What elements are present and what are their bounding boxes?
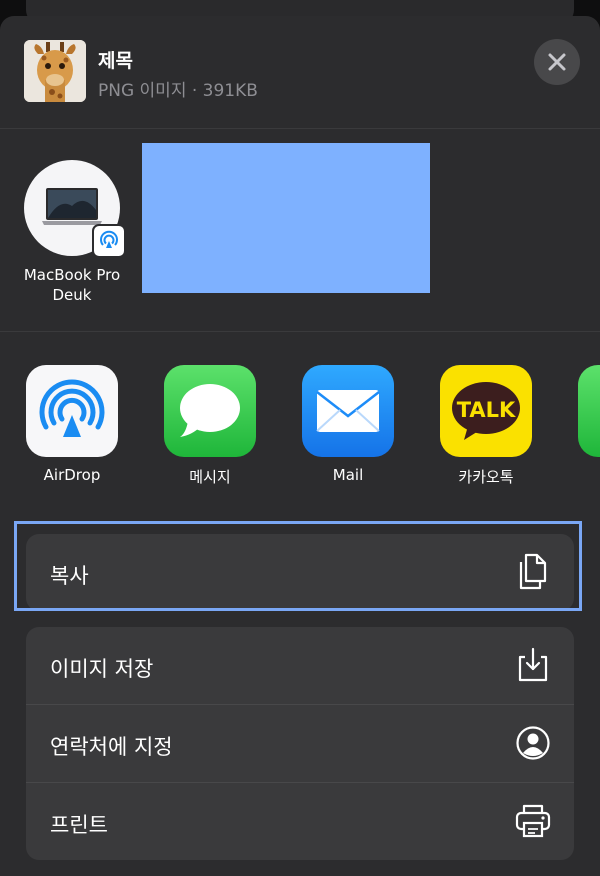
svg-text:TALK: TALK [457,398,516,422]
close-button[interactable] [534,39,580,85]
actions-list: 이미지 저장 연락처에 지정 프린트 [26,627,574,860]
kakaotalk-bubble-icon: TALK [452,382,520,440]
message-bubble-icon [180,384,240,437]
app-messages[interactable]: 메시지 [155,365,265,487]
airdrop-icon [39,379,105,437]
file-thumbnail [24,40,86,102]
selection-highlight [14,521,582,611]
airdrop-device-macbook[interactable] [24,160,126,258]
share-apps-row: AirDrop 메시지 Mail TALK 카카오톡 [0,332,600,517]
app-partial-icon [578,365,600,457]
airdrop-device-name: MacBook Pro Deuk [23,266,121,304]
share-header: 제목 PNG 이미지 · 391KB [0,16,600,129]
action-print[interactable]: 프린트 [26,783,574,860]
person-circle-icon [514,724,552,762]
printer-icon [514,802,552,840]
action-save-image[interactable]: 이미지 저장 [26,627,574,705]
app-airdrop[interactable]: AirDrop [17,365,127,484]
close-icon [548,53,566,71]
app-partial-next[interactable] [569,365,600,457]
envelope-icon [316,390,380,432]
file-title: 제목 [98,50,133,72]
download-tray-icon [514,646,552,684]
airdrop-people-row: MacBook Pro Deuk [0,129,600,332]
app-mail[interactable]: Mail [293,365,403,484]
redacted-area [142,143,430,293]
action-assign-contact[interactable]: 연락처에 지정 [26,705,574,783]
file-subtitle: PNG 이미지 · 391KB [98,81,258,101]
app-kakaotalk[interactable]: TALK 카카오톡 [431,365,541,487]
airdrop-icon [100,230,118,248]
giraffe-image-icon [24,40,86,102]
airdrop-badge [92,224,126,258]
